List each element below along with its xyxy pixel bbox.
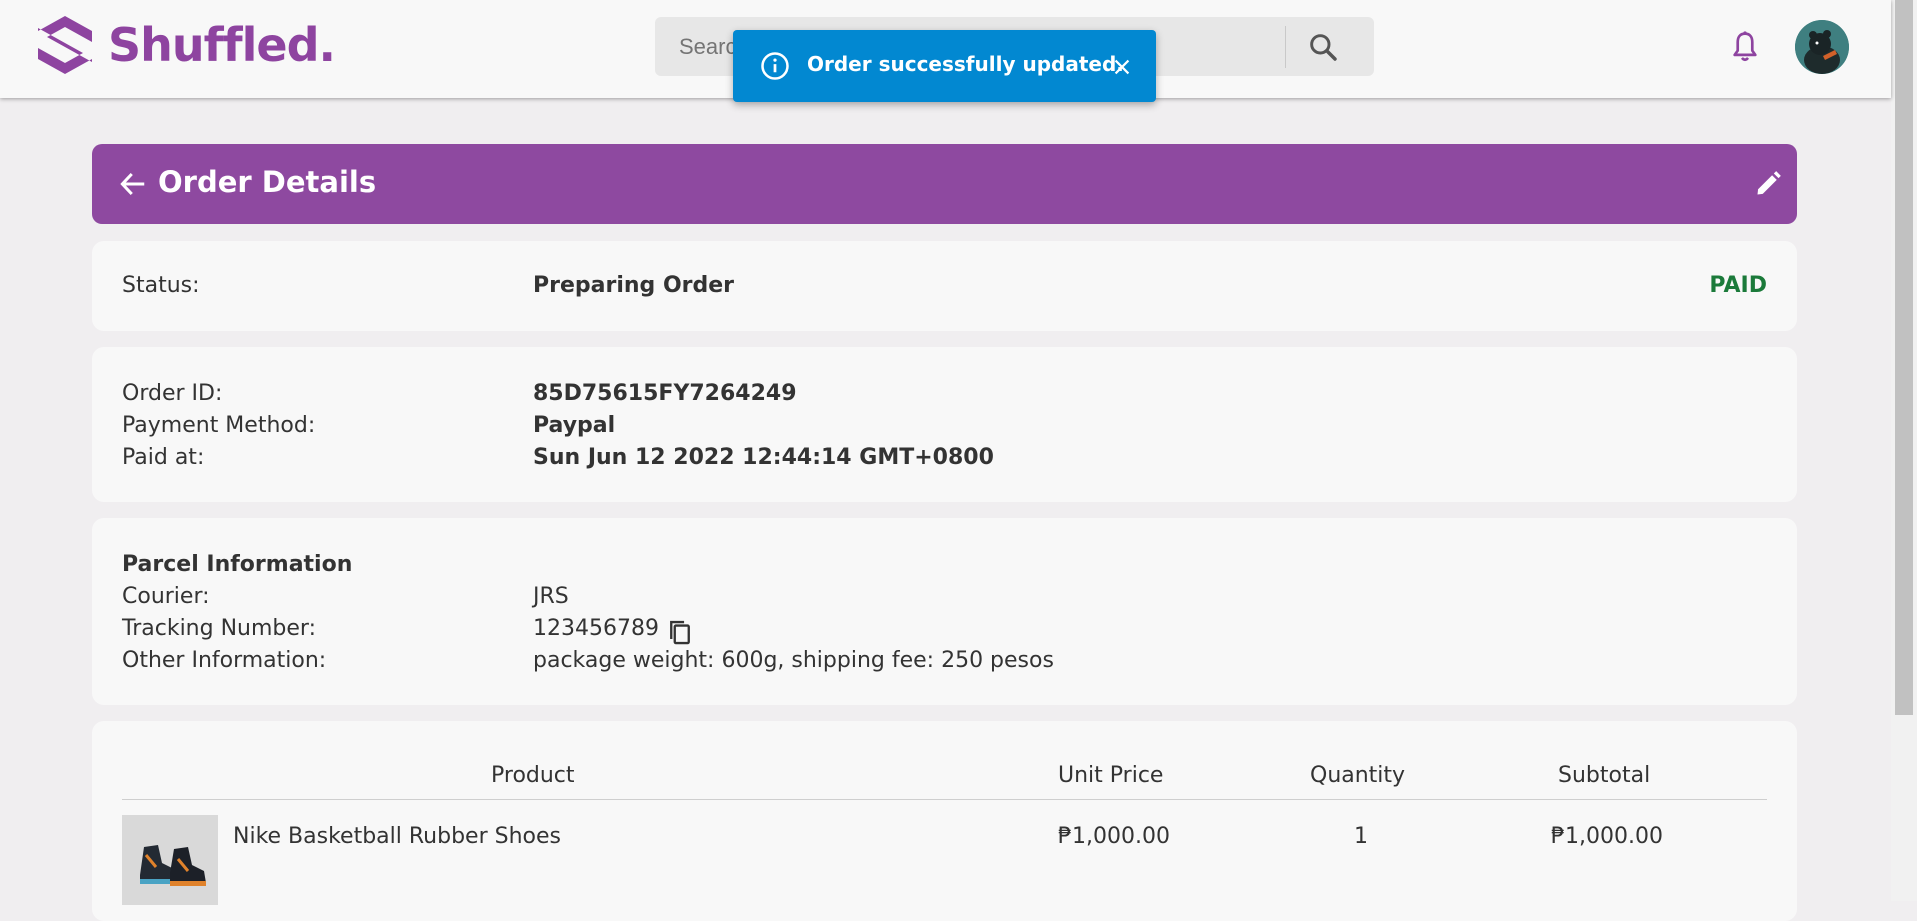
parcel-card: Parcel Information Courier: JRS Tracking…	[92, 518, 1797, 705]
shoe-image	[122, 815, 218, 905]
unit-price: ₱1,000.00	[1058, 824, 1170, 849]
paid-at-value: Sun Jun 12 2022 12:44:14 GMT+0800	[533, 445, 994, 470]
table-header-divider	[122, 799, 1767, 800]
other-info-value: package weight: 600g, shipping fee: 250 …	[533, 648, 1054, 673]
back-arrow-icon[interactable]	[118, 169, 148, 199]
status-card: Status: Preparing Order PAID	[92, 241, 1797, 331]
toast-message: Order successfully updated.	[807, 52, 1124, 76]
products-card: Product Unit Price Quantity Subtotal Nik…	[92, 721, 1797, 921]
avatar[interactable]	[1795, 20, 1849, 74]
info-icon	[761, 52, 789, 80]
payment-card: Order ID: 85D75615FY7264249 Payment Meth…	[92, 347, 1797, 502]
tracking-label: Tracking Number:	[122, 616, 316, 641]
order-id-label: Order ID:	[122, 381, 223, 406]
courier-value: JRS	[533, 584, 569, 609]
courier-label: Courier:	[122, 584, 210, 609]
payment-status-badge: PAID	[1709, 273, 1767, 298]
payment-method-label: Payment Method:	[122, 413, 316, 438]
edit-pencil-icon[interactable]	[1754, 170, 1782, 198]
tracking-value[interactable]: 123456789	[533, 616, 659, 641]
avatar-image	[1795, 20, 1849, 74]
subtotal: ₱1,000.00	[1551, 824, 1663, 849]
column-header-product: Product	[491, 763, 575, 788]
parcel-heading: Parcel Information	[122, 552, 353, 577]
product-thumbnail[interactable]	[122, 815, 218, 905]
payment-method-value: Paypal	[533, 413, 616, 438]
page-title: Order Details	[158, 165, 377, 199]
search-divider	[1285, 26, 1286, 68]
order-details-header: Order Details	[92, 144, 1797, 224]
paid-at-label: Paid at:	[122, 445, 205, 470]
product-name[interactable]: Nike Basketball Rubber Shoes	[233, 824, 561, 849]
status-label: Status:	[122, 273, 200, 298]
bell-icon[interactable]	[1730, 30, 1760, 64]
column-header-quantity: Quantity	[1310, 763, 1406, 788]
column-header-unit-price: Unit Price	[1058, 763, 1164, 788]
scrollbar-thumb[interactable]	[1895, 0, 1913, 715]
copy-icon[interactable]	[666, 618, 694, 646]
close-icon[interactable]	[1111, 56, 1133, 78]
brand-logo[interactable]: Shuffled.	[34, 14, 336, 76]
other-info-label: Other Information:	[122, 648, 327, 673]
success-toast: Order successfully updated.	[733, 30, 1156, 102]
search-icon[interactable]	[1307, 31, 1339, 63]
quantity: 1	[1354, 824, 1368, 849]
order-id-value: 85D75615FY7264249	[533, 381, 797, 406]
page-scrollbar[interactable]	[1891, 0, 1917, 901]
column-header-subtotal: Subtotal	[1558, 763, 1651, 788]
status-value: Preparing Order	[533, 273, 735, 298]
logo-icon	[38, 16, 92, 74]
brand-name: Shuffled.	[108, 18, 336, 72]
